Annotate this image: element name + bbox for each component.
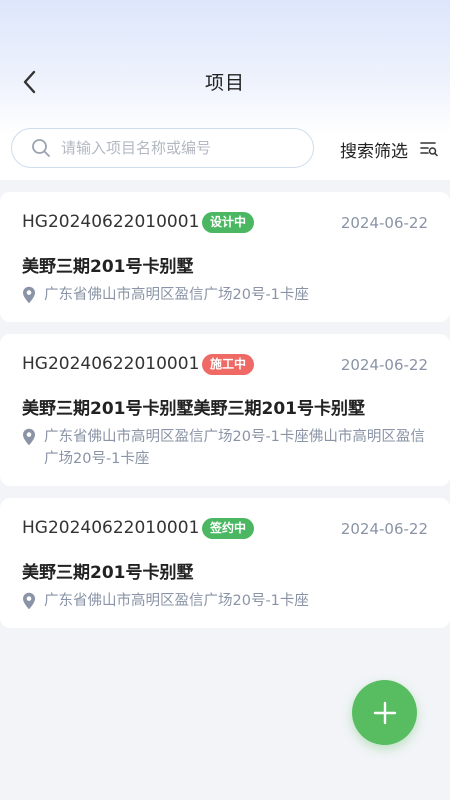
project-date: 2024-06-22 (340, 356, 428, 374)
project-address-text: 广东省佛山市高明区盈信广场20号-1卡座 (44, 593, 309, 609)
project-address: 广东省佛山市高明区盈信广场20号-1卡座 (22, 284, 432, 306)
project-code: HG20240622010001 (22, 212, 200, 232)
status-badge: 签约中 (202, 518, 255, 539)
project-name: 美野三期201号卡别墅 (22, 257, 194, 277)
project-name: 美野三期201号卡别墅美野三期201号卡别墅 (22, 399, 365, 419)
search-filter-button[interactable]: 搜索筛选 (340, 136, 438, 162)
project-card[interactable]: HG20240622010001 施工中 2024-06-22 美野三期201号… (0, 334, 450, 486)
add-project-button[interactable] (352, 680, 417, 745)
project-address-text: 广东省佛山市高明区盈信广场20号-1卡座佛山市高明区盈信广场20号-1卡座 (44, 429, 425, 467)
nav-bar: 项目 (0, 56, 450, 108)
project-code: HG20240622010001 (22, 518, 200, 538)
filter-list-icon (420, 140, 438, 158)
location-pin-icon (23, 592, 35, 610)
project-address-text: 广东省佛山市高明区盈信广场20号-1卡座 (44, 287, 309, 303)
location-pin-icon (23, 428, 35, 446)
project-date: 2024-06-22 (340, 520, 428, 538)
search-filter-label: 搜索筛选 (340, 141, 408, 162)
project-name: 美野三期201号卡别墅 (22, 563, 194, 583)
status-badge: 设计中 (202, 212, 255, 233)
search-input[interactable] (61, 139, 291, 157)
project-code: HG20240622010001 (22, 354, 200, 374)
project-card[interactable]: HG20240622010001 设计中 2024-06-22 美野三期201号… (0, 192, 450, 322)
page-title: 项目 (204, 72, 245, 94)
search-row: 搜索筛选 (0, 128, 450, 170)
project-address: 广东省佛山市高明区盈信广场20号-1卡座 (22, 590, 432, 612)
status-badge: 施工中 (202, 354, 255, 375)
project-date: 2024-06-22 (340, 214, 428, 232)
plus-icon (373, 701, 396, 724)
location-pin-icon (23, 286, 35, 304)
search-box[interactable] (11, 128, 314, 168)
search-icon (32, 139, 50, 157)
project-card[interactable]: HG20240622010001 签约中 2024-06-22 美野三期201号… (0, 498, 450, 628)
project-address: 广东省佛山市高明区盈信广场20号-1卡座佛山市高明区盈信广场20号-1卡座 (22, 426, 432, 470)
